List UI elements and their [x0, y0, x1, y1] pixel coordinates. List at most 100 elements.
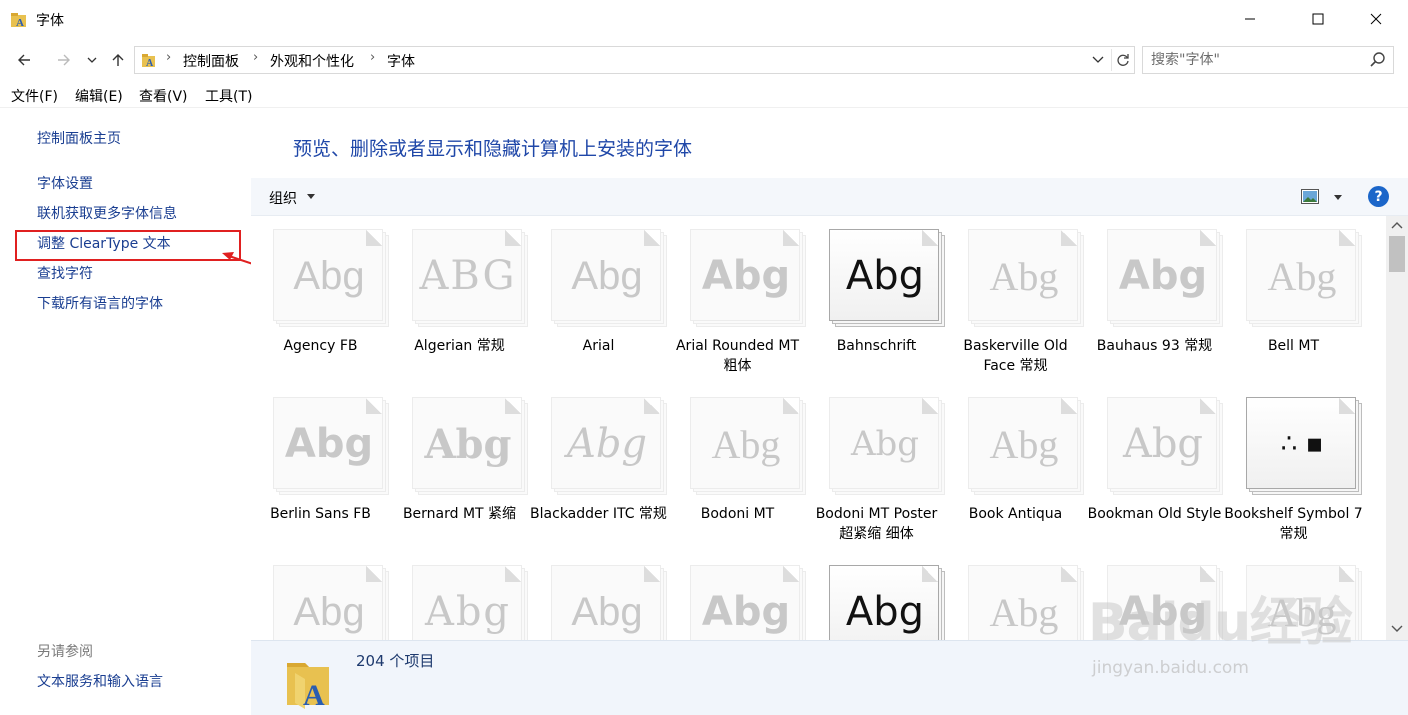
font-preview-thumbnail: Abg — [412, 565, 532, 640]
font-sample-text: Abg — [1122, 421, 1204, 467]
close-icon — [1370, 13, 1382, 25]
font-sample-text: Abg — [850, 424, 920, 464]
maximize-button[interactable] — [1292, 0, 1344, 38]
font-sample-text: Abg — [989, 253, 1059, 299]
font-page-icon: Abg — [1107, 397, 1217, 489]
font-name: Bahnschrift — [836, 338, 917, 354]
close-button[interactable] — [1350, 0, 1402, 38]
breadcrumb-separator[interactable]: › — [253, 50, 258, 65]
get-more-font-info-link[interactable]: 联机获取更多字体信息 — [37, 203, 177, 223]
minimize-button[interactable] — [1224, 0, 1276, 38]
font-preview-thumbnail: Abg — [273, 565, 393, 640]
fonts-folder-icon: A — [287, 663, 329, 709]
font-sample-text: Abg — [571, 253, 643, 298]
font-preview-thumbnail: Abg — [690, 229, 810, 329]
breadcrumb-fonts[interactable]: 字体 — [387, 51, 415, 71]
details-pane: A 204 个项目 — [251, 640, 1408, 715]
font-sample-text: Abg — [701, 589, 791, 635]
scrollbar-thumb[interactable] — [1389, 236, 1405, 272]
task-pane: 控制面板主页 字体设置 联机获取更多字体信息 调整 ClearType 文本 查… — [0, 108, 257, 715]
breadcrumb-appearance[interactable]: 外观和个性化 — [270, 51, 354, 71]
refresh-button[interactable] — [1111, 49, 1133, 71]
font-page-icon: Abg — [551, 397, 661, 489]
up-button[interactable] — [106, 48, 130, 72]
font-preview-thumbnail: Abg — [1107, 397, 1227, 497]
breadcrumb-control-panel[interactable]: 控制面板 — [183, 51, 239, 71]
window-title: 字体 — [36, 13, 64, 29]
change-view-icon[interactable] — [1301, 189, 1319, 204]
font-name: Book Antiqua — [968, 506, 1063, 522]
font-preview-thumbnail: Abg — [829, 397, 949, 497]
font-sample-text: Abg — [1118, 253, 1208, 299]
help-button[interactable]: ? — [1368, 186, 1389, 207]
find-character-link[interactable]: 查找字符 — [37, 263, 93, 283]
font-preview-thumbnail: Abg — [829, 565, 949, 640]
font-preview-thumbnail: Abg — [273, 397, 393, 497]
annotation-highlight-box — [15, 230, 241, 261]
text-services-link[interactable]: 文本服务和输入语言 — [37, 671, 163, 691]
refresh-icon — [1116, 54, 1129, 66]
font-name: Arial — [582, 338, 615, 354]
font-name: Bookshelf Symbol 7 常规 — [1224, 506, 1363, 542]
control-panel-home-link[interactable]: 控制面板主页 — [37, 128, 121, 148]
minimize-icon — [1245, 18, 1255, 20]
vertical-scrollbar[interactable] — [1386, 216, 1408, 640]
font-page-icon: Abg — [690, 229, 800, 321]
font-settings-link[interactable]: 字体设置 — [37, 173, 93, 193]
scroll-down-icon[interactable] — [1391, 624, 1403, 634]
recent-locations-button[interactable] — [82, 48, 102, 72]
font-sample-text: Abg — [293, 589, 365, 634]
font-page-icon: Abg — [273, 229, 383, 321]
view-options-dropdown[interactable] — [1334, 195, 1342, 200]
search-icon[interactable] — [1369, 51, 1387, 69]
scroll-up-icon[interactable] — [1391, 220, 1403, 230]
font-sample-text: Abg — [711, 421, 781, 467]
back-button[interactable] — [12, 48, 36, 72]
font-page-icon: Abg — [1107, 565, 1217, 640]
font-name: Blackadder ITC 常规 — [530, 506, 667, 522]
search-box[interactable] — [1142, 46, 1394, 74]
menu-edit[interactable]: 编辑(E) — [75, 86, 123, 106]
font-page-icon: Abg — [690, 397, 800, 489]
font-page-icon: Abg — [551, 229, 661, 321]
breadcrumb-separator[interactable]: › — [370, 50, 375, 65]
font-name: Bernard MT 紧缩 — [402, 506, 517, 522]
font-sample-text: ∴ ▪ — [1280, 429, 1324, 459]
organize-button[interactable]: 组织 — [269, 188, 297, 208]
font-sample-text: Abg — [845, 253, 925, 299]
font-page-icon: Abg — [968, 397, 1078, 489]
arrow-right-icon — [58, 54, 70, 66]
forward-button[interactable] — [52, 48, 76, 72]
font-page-icon: Abg — [968, 565, 1078, 640]
font-page-icon: ∴ ▪ — [1246, 397, 1356, 489]
search-input[interactable] — [1151, 51, 1361, 69]
font-page-icon: ABG — [412, 229, 522, 321]
item-count: 204 个项目 — [356, 652, 435, 670]
svg-text:A: A — [16, 17, 24, 29]
address-bar[interactable]: A › 控制面板 › 外观和个性化 › 字体 — [134, 46, 1135, 74]
font-sample-text: Abg — [701, 253, 791, 299]
font-page-icon: Abg — [273, 397, 383, 489]
menu-file[interactable]: 文件(F) — [11, 86, 58, 106]
menu-bar: 文件(F) 编辑(E) 查看(V) 工具(T) — [0, 82, 1408, 108]
font-sample-text: Abg — [1267, 253, 1337, 299]
font-page-icon: Abg — [412, 397, 522, 489]
menu-view[interactable]: 查看(V) — [139, 86, 188, 106]
chevron-down-icon — [1092, 56, 1104, 63]
font-page-icon: Abg — [829, 229, 939, 321]
breadcrumb-separator[interactable]: › — [166, 50, 171, 65]
title-bar: A 字体 — [0, 0, 1408, 40]
font-name: Baskerville Old Face 常规 — [963, 338, 1068, 374]
font-preview-thumbnail: Abg — [412, 397, 532, 497]
font-preview-thumbnail: Abg — [1246, 565, 1366, 640]
font-preview-thumbnail: Abg — [551, 229, 671, 329]
font-name: Algerian 常规 — [414, 338, 505, 354]
menu-tools[interactable]: 工具(T) — [205, 86, 252, 106]
font-name: Agency FB — [283, 338, 358, 354]
font-preview-thumbnail: Abg — [968, 565, 1088, 640]
chevron-down-icon — [87, 57, 97, 63]
address-history-button[interactable] — [1087, 50, 1109, 70]
font-sample-text: Abg — [845, 589, 925, 635]
download-all-language-fonts-link[interactable]: 下载所有语言的字体 — [37, 293, 163, 313]
font-page-icon: Abg — [829, 397, 939, 489]
